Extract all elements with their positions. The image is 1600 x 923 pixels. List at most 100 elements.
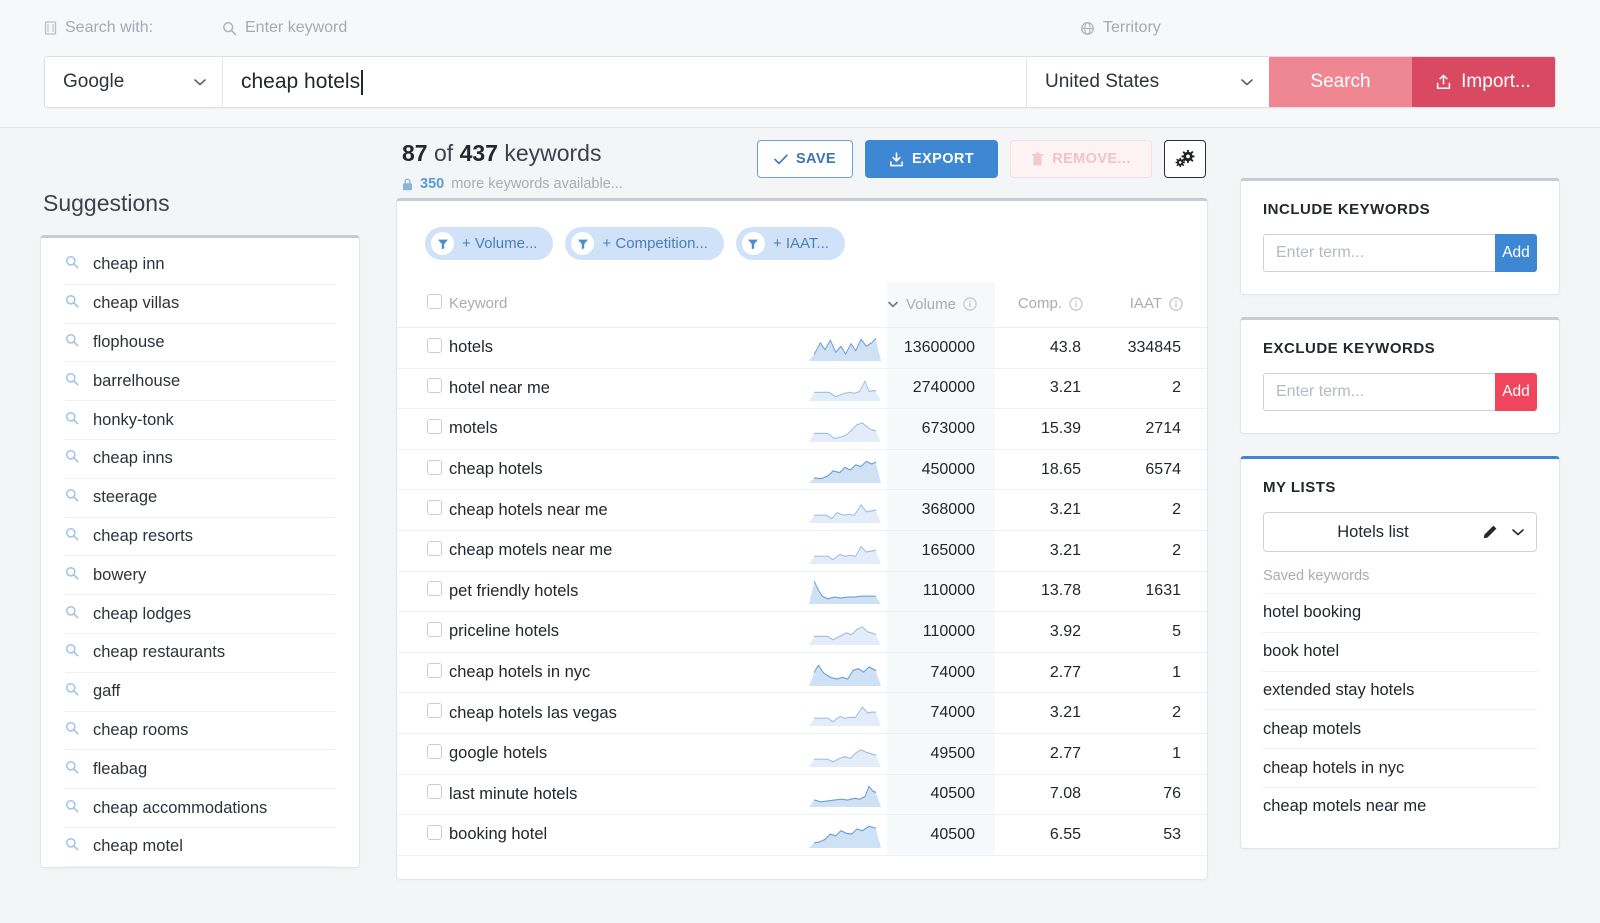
row-iaat-cell: 1631 xyxy=(1099,571,1207,612)
volume-column-header[interactable]: Volume xyxy=(887,282,995,328)
suggestion-item[interactable]: cheap rooms xyxy=(65,712,335,751)
saved-keyword-item[interactable]: book hotel xyxy=(1263,632,1537,671)
suggestion-item[interactable]: flophouse xyxy=(65,324,335,363)
table-row[interactable]: pet friendly hotels11000013.781631 xyxy=(397,571,1207,612)
exclude-add-button[interactable]: Add xyxy=(1495,373,1537,411)
row-checkbox[interactable] xyxy=(427,784,442,799)
table-row[interactable]: priceline hotels1100003.925 xyxy=(397,612,1207,653)
saved-keyword-item[interactable]: extended stay hotels xyxy=(1263,671,1537,710)
table-settings-button[interactable] xyxy=(1164,140,1206,178)
info-icon[interactable] xyxy=(963,297,977,311)
saved-keyword-item[interactable]: cheap hotels in nyc xyxy=(1263,748,1537,787)
list-selector[interactable]: Hotels list xyxy=(1263,512,1537,552)
row-keyword-cell[interactable]: hotel near me xyxy=(449,368,779,409)
row-checkbox[interactable] xyxy=(427,663,442,678)
row-checkbox[interactable] xyxy=(427,744,442,759)
edit-pencil-icon[interactable] xyxy=(1482,524,1498,540)
remove-button[interactable]: REMOVE... xyxy=(1010,140,1152,178)
search-engine-select[interactable]: Google xyxy=(45,57,223,107)
keyword-label: Enter keyword xyxy=(245,19,347,37)
row-checkbox[interactable] xyxy=(427,541,442,556)
row-keyword-cell[interactable]: priceline hotels xyxy=(449,612,779,653)
table-row[interactable]: booking hotel405006.5553 xyxy=(397,815,1207,856)
table-row[interactable]: hotels1360000043.8334845 xyxy=(397,328,1207,369)
territory-select[interactable]: United States xyxy=(1027,57,1269,107)
table-row[interactable]: cheap hotels las vegas740003.212 xyxy=(397,693,1207,734)
row-checkbox[interactable] xyxy=(427,338,442,353)
keywords-header: 87 of 437 keywords 350 more keywords ava… xyxy=(396,140,1208,198)
filter-chip-label: + Volume... xyxy=(462,235,537,252)
include-term-input[interactable] xyxy=(1263,234,1495,272)
table-row[interactable]: cheap hotels45000018.656574 xyxy=(397,449,1207,490)
saved-keyword-item[interactable]: hotel booking xyxy=(1263,593,1537,632)
table-row[interactable]: cheap hotels in nyc740002.771 xyxy=(397,652,1207,693)
select-all-checkbox[interactable] xyxy=(427,294,442,309)
exclude-term-input[interactable] xyxy=(1263,373,1495,411)
suggestion-item[interactable]: fleabag xyxy=(65,750,335,789)
import-button[interactable]: Import... xyxy=(1412,57,1555,107)
suggestion-item[interactable]: cheap inn xyxy=(65,246,335,285)
competition-column-header[interactable]: Comp. xyxy=(995,282,1099,328)
row-keyword-cell[interactable]: last minute hotels xyxy=(449,774,779,815)
suggestions-column: Suggestions cheap inncheap villasflophou… xyxy=(40,128,360,923)
keyword-column-header[interactable]: Keyword xyxy=(449,282,779,328)
table-header-row: Keyword Volume xyxy=(397,282,1207,328)
table-row[interactable]: cheap motels near me1650003.212 xyxy=(397,530,1207,571)
row-checkbox[interactable] xyxy=(427,622,442,637)
suggestion-item[interactable]: cheap inns xyxy=(65,440,335,479)
row-keyword-cell[interactable]: cheap hotels in nyc xyxy=(449,652,779,693)
table-row[interactable]: last minute hotels405007.0876 xyxy=(397,774,1207,815)
suggestion-item[interactable]: cheap motel xyxy=(65,828,335,867)
iaat-column-header[interactable]: IAAT xyxy=(1099,282,1207,328)
row-keyword-cell[interactable]: cheap hotels near me xyxy=(449,490,779,531)
row-checkbox[interactable] xyxy=(427,581,442,596)
suggestion-item[interactable]: cheap accommodations xyxy=(65,789,335,828)
keyword-input[interactable]: cheap hotels xyxy=(223,57,1027,107)
row-keyword-cell[interactable]: google hotels xyxy=(449,733,779,774)
trend-sparkline xyxy=(809,457,881,483)
suggestion-item[interactable]: steerage xyxy=(65,479,335,518)
row-checkbox[interactable] xyxy=(427,825,442,840)
table-row[interactable]: google hotels495002.771 xyxy=(397,733,1207,774)
row-keyword-cell[interactable]: cheap hotels xyxy=(449,449,779,490)
row-keyword-cell[interactable]: motels xyxy=(449,409,779,450)
row-keyword-cell[interactable]: cheap hotels las vegas xyxy=(449,693,779,734)
table-row[interactable]: hotel near me27400003.212 xyxy=(397,368,1207,409)
chevron-down-icon[interactable] xyxy=(1512,528,1524,536)
row-checkbox[interactable] xyxy=(427,460,442,475)
row-select-cell xyxy=(397,612,449,653)
include-add-button[interactable]: Add xyxy=(1495,234,1537,272)
filter-chip[interactable]: + Volume... xyxy=(425,227,553,260)
row-checkbox[interactable] xyxy=(427,419,442,434)
saved-keyword-item[interactable]: cheap motels near me xyxy=(1263,787,1537,826)
row-select-cell xyxy=(397,774,449,815)
suggestion-item[interactable]: honky-tonk xyxy=(65,401,335,440)
save-button[interactable]: SAVE xyxy=(757,140,853,178)
table-row[interactable]: motels67300015.392714 xyxy=(397,409,1207,450)
search-toolbar: Search with: Enter keyword Territory Goo… xyxy=(0,0,1600,128)
row-keyword-cell[interactable]: cheap motels near me xyxy=(449,530,779,571)
row-keyword-cell[interactable]: pet friendly hotels xyxy=(449,571,779,612)
row-select-cell xyxy=(397,530,449,571)
suggestion-item[interactable]: gaff xyxy=(65,673,335,712)
suggestion-item[interactable]: cheap villas xyxy=(65,285,335,324)
filter-chip[interactable]: + IAAT... xyxy=(736,227,845,260)
suggestion-item[interactable]: bowery xyxy=(65,556,335,595)
saved-keyword-item[interactable]: cheap motels xyxy=(1263,709,1537,748)
info-icon[interactable] xyxy=(1169,297,1183,311)
suggestion-item[interactable]: cheap lodges xyxy=(65,595,335,634)
keywords-more-available[interactable]: 350 more keywords available... xyxy=(402,176,623,192)
table-row[interactable]: cheap hotels near me3680003.212 xyxy=(397,490,1207,531)
export-button[interactable]: EXPORT xyxy=(865,140,998,178)
suggestion-item[interactable]: barrelhouse xyxy=(65,362,335,401)
row-keyword-cell[interactable]: hotels xyxy=(449,328,779,369)
row-checkbox[interactable] xyxy=(427,378,442,393)
filter-chip[interactable]: + Competition... xyxy=(565,227,723,260)
search-button[interactable]: Search xyxy=(1269,57,1412,107)
row-checkbox[interactable] xyxy=(427,703,442,718)
row-checkbox[interactable] xyxy=(427,500,442,515)
row-keyword-cell[interactable]: booking hotel xyxy=(449,815,779,856)
suggestion-item[interactable]: cheap restaurants xyxy=(65,634,335,673)
suggestion-item[interactable]: cheap resorts xyxy=(65,518,335,557)
info-icon[interactable] xyxy=(1069,297,1083,311)
